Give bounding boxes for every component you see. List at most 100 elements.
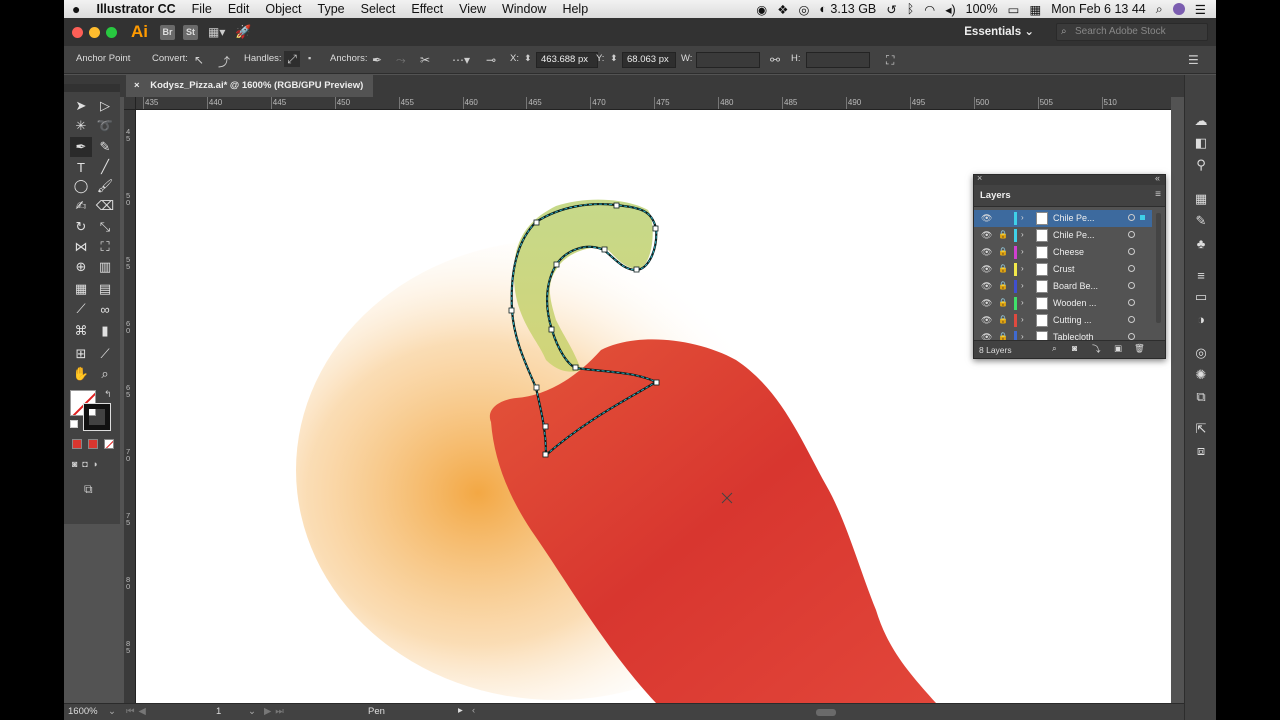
zoom-level[interactable]: 1600% [68, 706, 98, 717]
zoom-dropdown-icon[interactable]: ⌄ [108, 706, 116, 717]
gradient-panel-icon[interactable]: ▭ [1193, 289, 1209, 305]
visibility-eye-icon[interactable]: 👁 [981, 247, 992, 258]
app-menu[interactable]: Illustrator CC [88, 2, 183, 16]
anchor-point[interactable] [533, 384, 540, 391]
current-tool-readout[interactable]: Pen [368, 706, 385, 717]
layers-scrollbar[interactable] [1156, 213, 1161, 323]
slice-tool-icon[interactable]: ⟋ [94, 344, 116, 364]
create-sublayer-icon[interactable]: ⤵ [1092, 343, 1101, 355]
curvature-tool-icon[interactable]: ✎ [94, 137, 116, 157]
layer-row[interactable]: 👁 🔒 › Wooden ... [974, 295, 1152, 312]
menu-window[interactable]: Window [494, 2, 554, 16]
delete-layer-icon[interactable]: 🗑 [1134, 343, 1145, 354]
appearance-icon[interactable]: ◎ [1193, 345, 1209, 361]
connect-anchors-icon[interactable]: ⤳ [396, 53, 406, 68]
swatches-icon[interactable]: ▦ [1193, 191, 1209, 207]
anchor-point[interactable] [508, 307, 515, 314]
shape-builder-tool-icon[interactable]: ⊕ [70, 257, 92, 277]
visibility-eye-icon[interactable]: 👁 [981, 213, 992, 224]
lock-icon[interactable]: 🔒 [998, 315, 1008, 324]
layer-row[interactable]: 👁 🔒 › Board Be... [974, 278, 1152, 295]
minimize-window-button[interactable] [89, 26, 100, 38]
stock-search-input[interactable]: ⌕ Search Adobe Stock [1056, 23, 1208, 41]
anchor-point[interactable] [548, 326, 555, 333]
layer-target-icon[interactable] [1128, 333, 1135, 340]
y-stepper-icon[interactable]: ⬍ [610, 53, 618, 64]
lock-icon[interactable]: 🔒 [998, 247, 1008, 256]
volume-icon[interactable]: ◂) [945, 2, 955, 17]
anchor-point[interactable] [652, 225, 659, 232]
anchor-point[interactable] [601, 246, 608, 253]
locate-object-icon[interactable]: ⌕ [1052, 343, 1057, 354]
layer-name[interactable]: Cutting ... [1053, 315, 1092, 325]
layers-dock-icon[interactable]: ⧉ [1193, 389, 1209, 405]
visibility-eye-icon[interactable]: 👁 [981, 298, 992, 309]
width-tool-icon[interactable]: ⋈ [70, 237, 92, 257]
brushes-icon[interactable]: ✎ [1193, 213, 1209, 229]
menu-type[interactable]: Type [310, 2, 353, 16]
eraser-tool-icon[interactable]: ⌫ [94, 196, 116, 216]
rotate-tool-icon[interactable]: ↻ [70, 217, 92, 237]
align-anchor-icon[interactable]: ⊸ [486, 53, 496, 67]
screen-mode-icon[interactable]: ⧉ [84, 482, 93, 497]
memory-status[interactable]: ◐ 3.13 GB [819, 2, 876, 16]
make-clipping-mask-icon[interactable]: ◙ [1072, 343, 1077, 353]
wifi-icon[interactable]: ◠ [924, 2, 935, 17]
dropbox-icon[interactable]: ❖ [777, 2, 788, 17]
layer-row[interactable]: 👁 🔒 › Chile Pe... [974, 227, 1152, 244]
gradient-mode-icon[interactable] [88, 439, 98, 449]
pen-tool-icon[interactable]: ✒ [70, 137, 92, 157]
menu-help[interactable]: Help [554, 2, 596, 16]
layer-name[interactable]: Crust [1053, 264, 1075, 274]
gpu-performance-icon[interactable]: 🚀 [235, 24, 251, 40]
expand-layer-icon[interactable]: › [1021, 281, 1024, 290]
layer-name[interactable]: Cheese [1053, 247, 1084, 257]
transparency-icon[interactable]: ◑ [1193, 311, 1209, 327]
anchor-point[interactable] [533, 219, 540, 226]
ellipse-tool-icon[interactable]: ◯ [70, 176, 92, 196]
expand-layer-icon[interactable]: › [1021, 230, 1024, 239]
column-graph-tool-icon[interactable]: ▮ [94, 321, 116, 341]
zoom-window-button[interactable] [106, 26, 117, 38]
layer-row[interactable]: 👁 🔒 › Cutting ... [974, 312, 1152, 329]
layer-row[interactable]: 👁 › Chile Pe... [974, 210, 1152, 227]
export-icon[interactable]: ⇱ [1193, 421, 1209, 437]
anchor-point[interactable] [542, 451, 549, 458]
show-handles-icon[interactable]: ⤢ [284, 51, 300, 67]
hide-handles-icon[interactable]: ▪ [308, 53, 311, 63]
expand-layer-icon[interactable]: › [1021, 247, 1024, 256]
spotlight-icon[interactable]: ⌕ [1156, 2, 1163, 17]
expand-layer-icon[interactable]: › [1021, 213, 1024, 222]
eyedropper-tool-icon[interactable]: ⟋ [70, 299, 92, 319]
scale-tool-icon[interactable]: ⤡ [94, 217, 116, 237]
panel-header[interactable]: × « [974, 173, 1165, 185]
anchor-point[interactable] [542, 423, 549, 430]
artboard-prev-icons[interactable]: ⏮◀ [126, 706, 150, 717]
close-tab-icon[interactable]: × [134, 80, 140, 91]
expand-layer-icon[interactable]: › [1021, 298, 1024, 307]
layer-target-icon[interactable] [1128, 282, 1135, 289]
artboard-next-icons[interactable]: ▶⏭ [264, 706, 288, 717]
visibility-eye-icon[interactable]: 👁 [981, 264, 992, 275]
visibility-eye-icon[interactable]: 👁 [981, 281, 992, 292]
artboard-tool-icon[interactable]: ⊞ [70, 344, 92, 364]
menu-object[interactable]: Object [257, 2, 309, 16]
stroke-swatch[interactable] [83, 403, 111, 431]
remove-anchor-icon[interactable]: ✒ [372, 53, 382, 67]
symbol-sprayer-tool-icon[interactable]: ⌘ [70, 321, 92, 341]
layer-target-icon[interactable] [1128, 299, 1135, 306]
visibility-eye-icon[interactable]: 👁 [981, 332, 992, 340]
ruler-origin[interactable] [124, 97, 136, 110]
selection-tool-icon[interactable]: ➤ [70, 96, 92, 116]
lasso-tool-icon[interactable]: ➰ [94, 116, 116, 136]
color-mode-icon[interactable] [72, 439, 82, 449]
layer-target-icon[interactable] [1128, 248, 1135, 255]
menu-view[interactable]: View [451, 2, 494, 16]
expand-layer-icon[interactable]: › [1021, 264, 1024, 273]
graphic-styles-icon[interactable]: ✺ [1193, 367, 1209, 383]
selection-indicator[interactable] [1140, 215, 1145, 220]
width-field[interactable] [696, 52, 760, 68]
transform-icon[interactable]: ⛶ [886, 53, 894, 68]
layer-name[interactable]: Wooden ... [1053, 298, 1096, 308]
magic-wand-tool-icon[interactable]: ✳ [70, 116, 92, 136]
